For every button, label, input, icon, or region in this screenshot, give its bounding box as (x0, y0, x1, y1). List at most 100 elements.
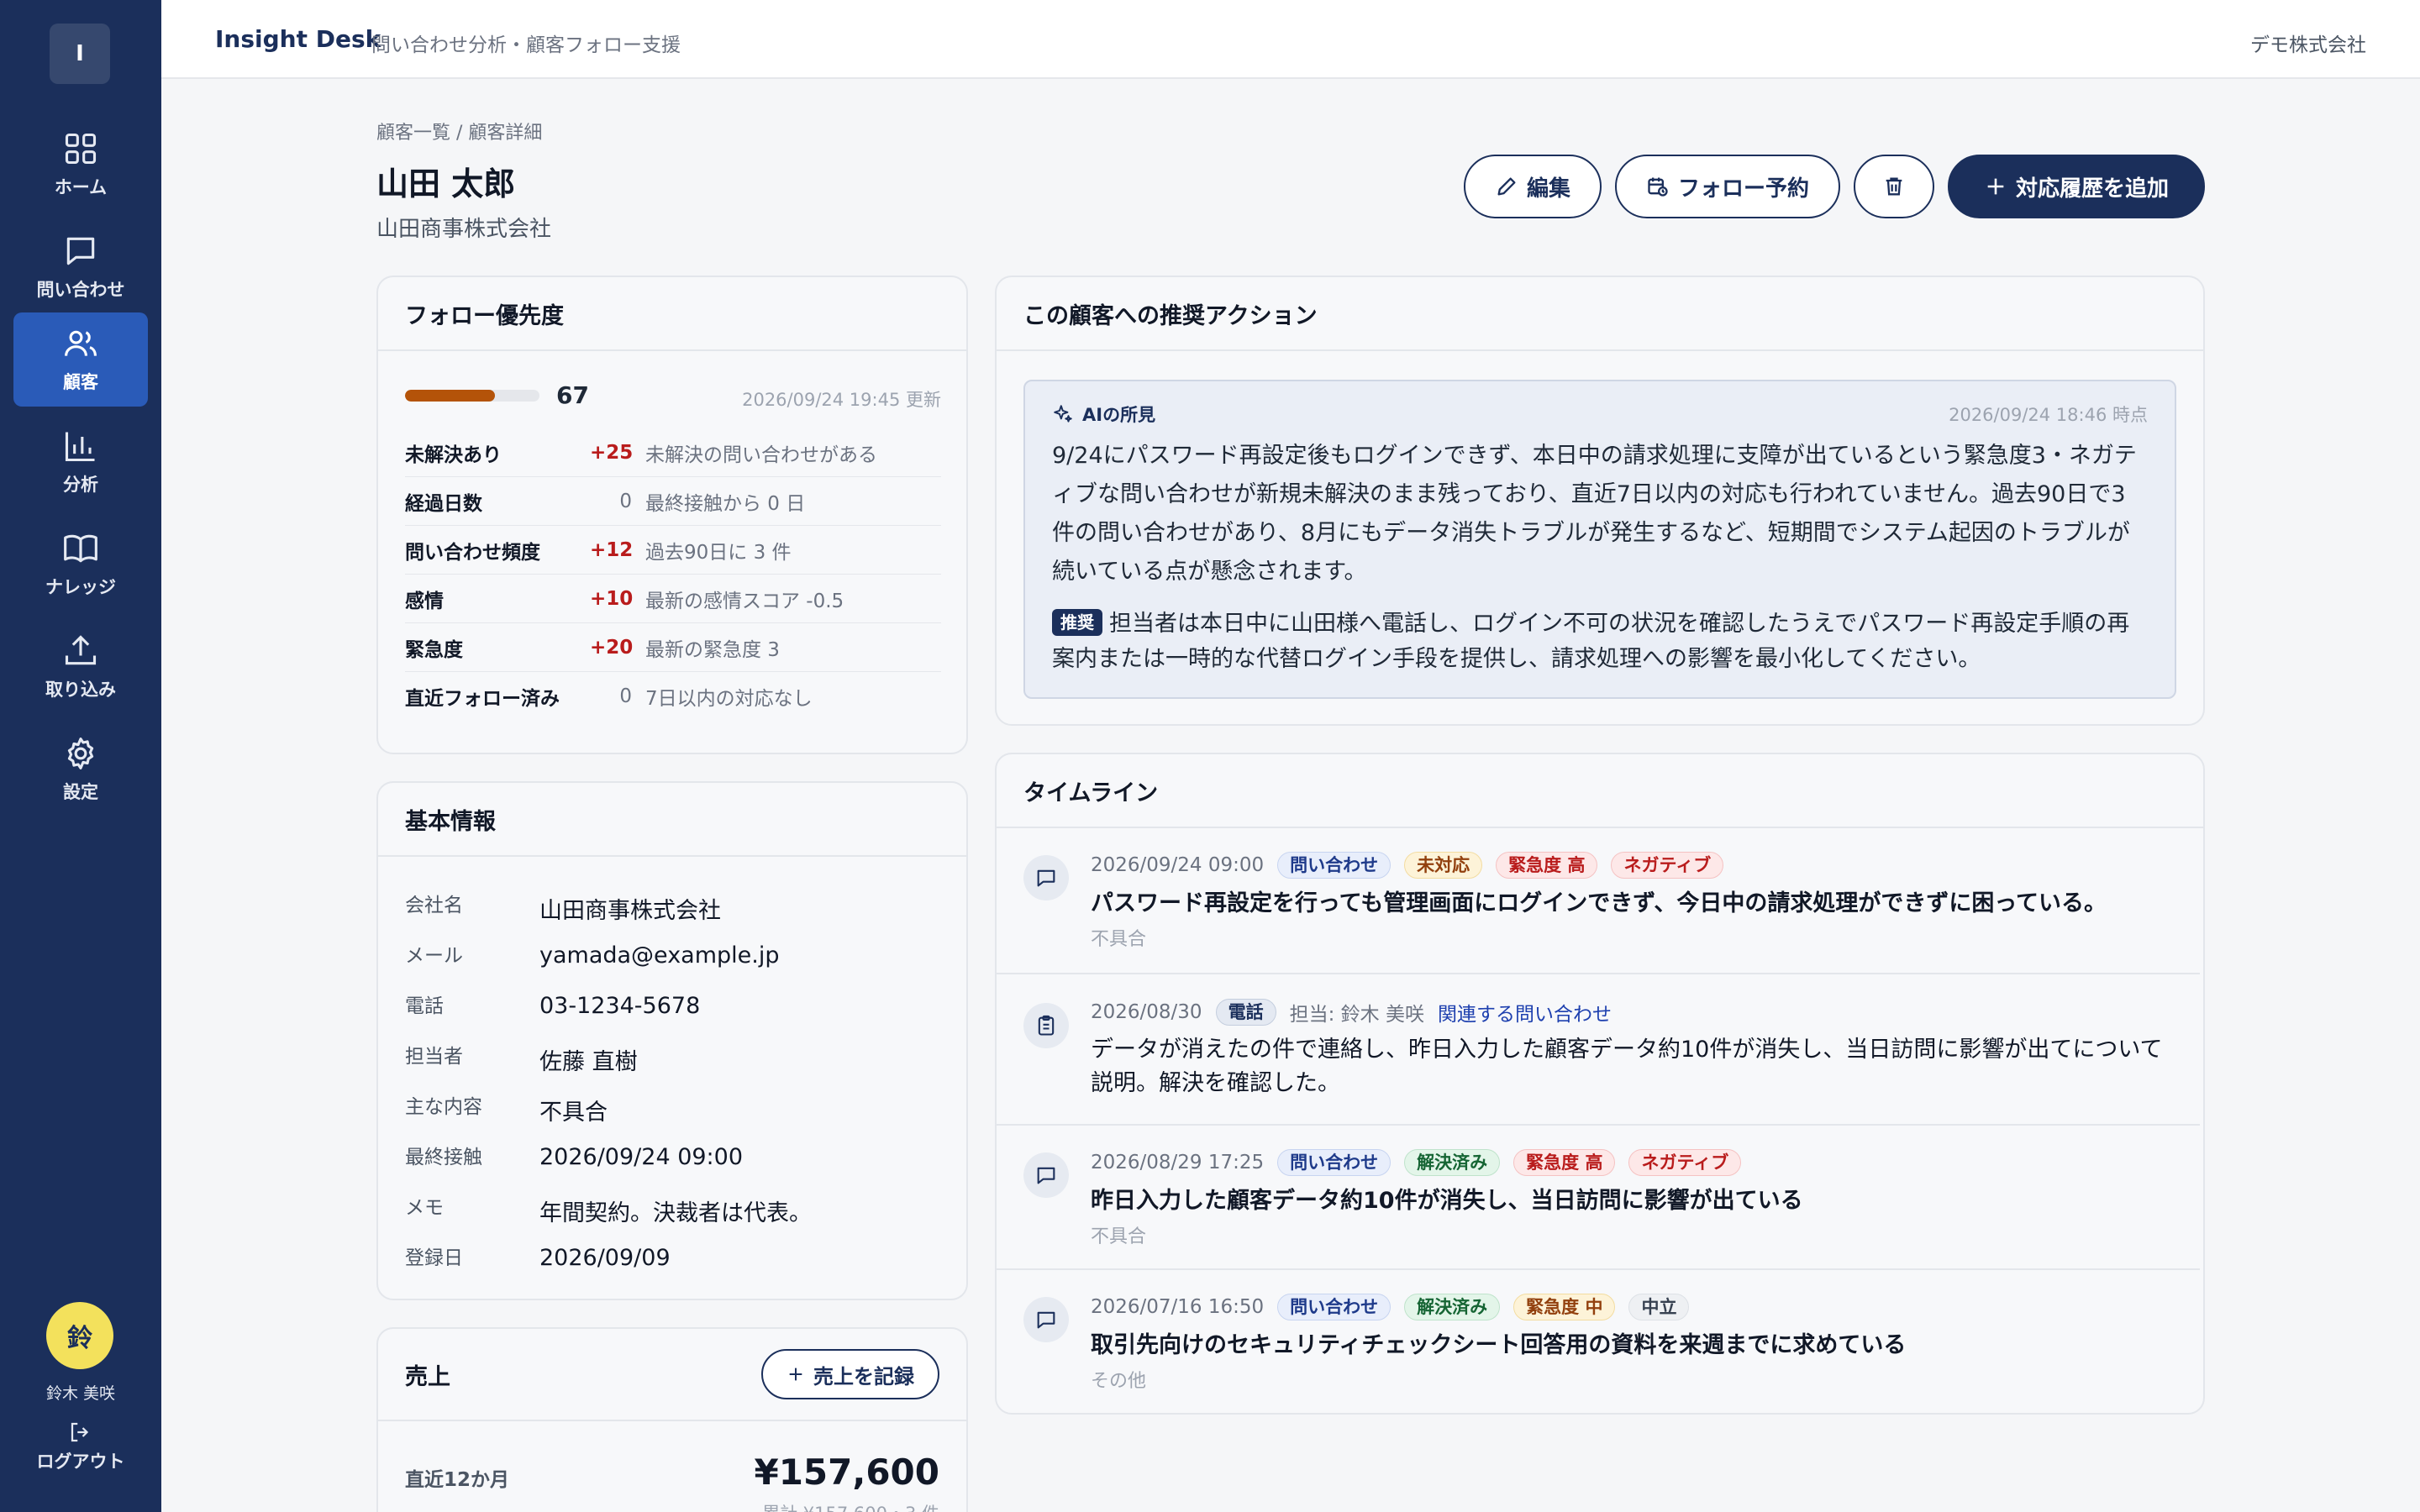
timeline-heading: タイムライン (997, 754, 2203, 828)
info-row: 電話 03-1234-5678 (405, 988, 943, 1038)
timeline-date: 2026/08/30 (1091, 1001, 1202, 1023)
priority-row: 問い合わせ頻度 +12 過去90日に 3 件 (405, 526, 941, 575)
sentiment-badge: ネガティブ (1628, 1149, 1742, 1176)
grid-icon (65, 133, 97, 165)
sidebar-item-analytics[interactable]: 分析 (13, 415, 148, 509)
book-icon (64, 534, 97, 563)
priority-row: 感情 +10 最新の感情スコア -0.5 (405, 575, 941, 623)
sentiment-badge: 中立 (1628, 1294, 1690, 1320)
add-history-label: 対応履歴を追加 (2015, 176, 2169, 202)
ai-recommendation: 推奨 担当者は本日中に山田様へ電話し、ログイン不可の状況を確認したうえでパスワード… (1052, 606, 2148, 677)
edit-button[interactable]: 編集 (1464, 155, 1602, 218)
sidebar-item-import[interactable]: 取り込み (13, 620, 148, 714)
ai-finding-box: AIの所見 2026/09/24 18:46 時点 9/24にパスワード再設定後… (1023, 380, 2176, 699)
timeline-category: 不具合 (1091, 1226, 1147, 1247)
sidebar-item-inquiries[interactable]: 問い合わせ (13, 220, 148, 314)
sidebar-item-label: ナレッジ (45, 577, 116, 597)
add-history-button[interactable]: 対応履歴を追加 (1948, 155, 2205, 218)
trash-icon (1886, 177, 1902, 196)
sidebar-item-home[interactable]: ホーム (13, 118, 148, 212)
priority-row: 未解決あり +25 未解決の問い合わせがある (405, 428, 941, 477)
ai-label-text: AIの所見 (1082, 405, 1156, 425)
top-bar: Insight Desk 問い合わせ分析・顧客フォロー支援 デモ株式会社 (161, 0, 2420, 79)
calendar-clock-icon (1648, 177, 1668, 197)
sales-note: 累計 ¥157,600・3 件 (762, 1500, 939, 1512)
message-icon (1023, 855, 1069, 900)
recommend-heading: この顧客への推奨アクション (997, 277, 2203, 351)
ai-finding-header: AIの所見 2026/09/24 18:46 時点 (1052, 402, 2148, 427)
timeline-date: 2026/09/24 09:00 (1091, 854, 1265, 876)
sidebar-item-customers[interactable]: 顧客 (13, 312, 148, 407)
sidebar-item-knowledge[interactable]: ナレッジ (13, 517, 148, 612)
plus-icon (789, 1368, 802, 1381)
timeline-title: データが消えたの件で連絡し、昨日入力した顧客データ約10件が消失し、当日訪問に影… (1091, 1037, 2163, 1096)
type-badge: 問い合わせ (1277, 1149, 1392, 1176)
priority-row: 経過日数 0 最終接触から 0 日 (405, 477, 941, 526)
delete-button[interactable] (1854, 155, 1934, 218)
info-row: 主な内容 不具合 (405, 1089, 943, 1139)
user-name: 鈴木 美咲 (45, 1384, 116, 1403)
priority-row-label: 経過日数 (405, 492, 482, 515)
info-row: 担当者 佐藤 直樹 (405, 1038, 943, 1089)
timeline-title: 取引先向けのセキュリティチェックシート回答用の資料を来週までに求めている (1091, 1332, 1907, 1358)
timeline-assignee: 担当: 鈴木 美咲 (1289, 1004, 1424, 1026)
record-sales-button[interactable]: 売上を記録 (761, 1349, 939, 1399)
priority-progress-bar (405, 390, 539, 402)
logout-button[interactable]: ログアウト (0, 1420, 161, 1473)
timeline-item[interactable]: 2026/08/30 電話 担当: 鈴木 美咲 関連する問い合わせ データが消え… (997, 974, 2200, 1126)
ai-finding-text: 9/24にパスワード再設定後もログインできず、本日中の請求処理に支障が出ていると… (1052, 443, 2137, 585)
related-inquiry-link[interactable]: 関連する問い合わせ (1438, 998, 1612, 1026)
timeline-item[interactable]: 2026/07/16 16:50 問い合わせ 解決済み 緊急度 中 中立 取引先… (997, 1270, 2200, 1413)
timeline-category: その他 (1091, 1371, 1147, 1392)
sidebar-item-settings[interactable]: 設定 (13, 722, 148, 816)
info-row: 会社名 山田商事株式会社 (405, 887, 943, 937)
status-badge: 未対応 (1404, 852, 1483, 879)
page-subtitle: 山田商事株式会社 (376, 217, 552, 242)
breadcrumb[interactable]: 顧客一覧 / 顧客詳細 (376, 118, 542, 144)
info-value: 山田商事株式会社 (539, 898, 721, 924)
urgency-badge: 緊急度 中 (1513, 1294, 1616, 1320)
gear-icon (67, 738, 94, 769)
sales-amount: ¥157,600 (754, 1452, 939, 1493)
priority-row-delta: 0 (619, 490, 632, 512)
company-name: デモ株式会社 (2250, 34, 2366, 56)
sidebar: I ホーム 問い合わせ 顧客 分析 ナレッジ 取り込み 設定 鈴 鈴木 美咲 ロ… (0, 0, 161, 1512)
ai-label: AIの所見 (1052, 402, 1155, 427)
app-logo[interactable]: I (50, 24, 110, 84)
app-title[interactable]: Insight Desk (215, 25, 381, 53)
priority-row-delta: +12 (590, 538, 634, 561)
record-sales-label: 売上を記録 (813, 1364, 914, 1389)
priority-heading-text: フォロー優先度 (405, 302, 564, 329)
priority-row-label: 直近フォロー済み (405, 688, 560, 710)
timeline-item[interactable]: 2026/09/24 09:00 問い合わせ 未対応 緊急度 高 ネガティブ パ… (997, 828, 2200, 974)
basic-info-list: 会社名 山田商事株式会社 メール yamada@example.jp 電話 03-12… (405, 887, 943, 1290)
info-key: 担当者 (405, 1046, 463, 1068)
priority-row-delta: +10 (590, 587, 634, 610)
ai-time: 2026/09/24 18:46 時点 (1949, 405, 2148, 425)
priority-row-desc: 最新の緊急度 3 (645, 638, 780, 661)
info-value[interactable]: yamada@example.jp (539, 937, 780, 969)
info-row: 登録日 2026/09/09 (405, 1240, 943, 1290)
avatar[interactable]: 鈴 (46, 1302, 113, 1369)
timeline-date: 2026/08/29 17:25 (1091, 1152, 1265, 1173)
info-row: 最終接触 2026/09/24 09:00 (405, 1139, 943, 1189)
type-badge: 問い合わせ (1277, 852, 1392, 879)
info-row: メモ 年間契約。決裁者は代表。 (405, 1189, 943, 1240)
status-badge: 解決済み (1404, 1294, 1501, 1320)
priority-row-desc: 最新の感情スコア -0.5 (645, 590, 844, 612)
status-badge: 解決済み (1404, 1149, 1501, 1176)
bar-chart-icon (65, 432, 95, 462)
info-value: 不具合 (539, 1100, 608, 1126)
recommend-badge: 推奨 (1052, 609, 1102, 636)
sidebar-item-label: 設定 (63, 782, 98, 802)
sidebar-item-label: 取り込み (45, 680, 116, 700)
priority-row: 緊急度 +20 最新の緊急度 3 (405, 623, 941, 672)
timeline-item[interactable]: 2026/08/29 17:25 問い合わせ 解決済み 緊急度 高 ネガティブ … (997, 1126, 2200, 1270)
basic-info-heading: 基本情報 (378, 783, 966, 857)
follow-reserve-button[interactable]: フォロー予約 (1615, 155, 1840, 218)
recommend-card: この顧客への推奨アクション AIの所見 2026/09/24 18:46 時点 … (995, 276, 2205, 726)
priority-heading: フォロー優先度 (378, 277, 966, 351)
recommend-heading-text: この顧客への推奨アクション (1023, 302, 1318, 329)
timeline-category: 不具合 (1091, 929, 1147, 950)
page-title: 山田 太郎 (376, 165, 516, 202)
